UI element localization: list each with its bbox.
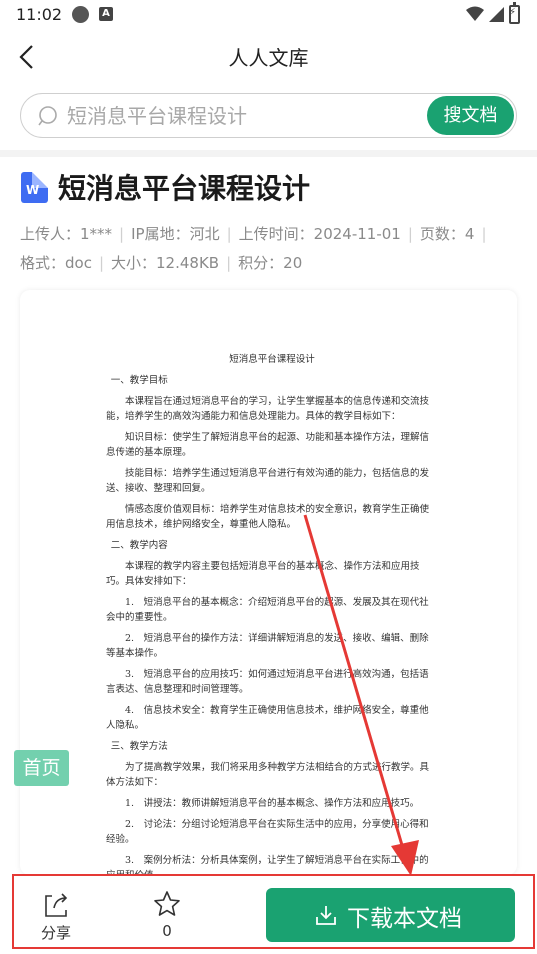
status-time: 11:02 xyxy=(16,5,63,24)
preview-paragraph: 4. 信息技术安全：教育学生正确使用信息技术，维护网络安全，尊重他人隐私。 xyxy=(106,705,429,731)
meta-uploader: 上传人：1*** xyxy=(20,225,113,243)
meta-upload-time: 上传时间：2024-11-01 xyxy=(238,225,401,243)
notification-dot-icon xyxy=(72,6,89,23)
preview-paragraph: 1. 讲授法：教师讲解短消息平台的基本概念、操作方法和应用技巧。 xyxy=(125,798,420,809)
preview-paragraph: 为了提高教学效果，我们将采用多种教学方法相结合的方式进行教学。具体方法如下： xyxy=(106,762,430,788)
meta-format: 格式：doc xyxy=(20,254,92,272)
preview-heading: 一、教学目标 xyxy=(110,375,168,386)
meta-size: 大小：12.48KB xyxy=(111,254,220,272)
search-bar: 搜文档 xyxy=(20,93,517,138)
preview-heading: 二、教学内容 xyxy=(110,540,168,551)
home-button[interactable]: 首页 xyxy=(14,750,69,786)
download-label: 下载本文档 xyxy=(347,906,462,932)
share-icon xyxy=(45,893,68,917)
status-bar: 11:02 A xyxy=(0,0,537,30)
preview-paragraph: 情感态度价值观目标：培养学生对信息技术的安全意识，教育学生正确使用信息技术，维护… xyxy=(106,504,430,530)
wifi-icon xyxy=(466,6,484,21)
preview-paragraph: 3. 案例分析法：分析具体案例，让学生了解短消息平台在实际工作中的应用和价值。 xyxy=(106,855,429,875)
document-meta-row1: 上传人：1*** | IP属地：河北 | 上传时间：2024-11-01 | 页数：4 | xyxy=(20,225,487,243)
share-button[interactable]: 分享 xyxy=(30,890,82,945)
preview-paragraph: 技能目标：培养学生通过短消息平台进行有效沟通的能力，包括信息的发送、接收、整理和… xyxy=(106,468,430,494)
star-icon xyxy=(154,891,180,916)
meta-ip-location: IP属地：河北 xyxy=(131,225,220,243)
preview-paragraph: 3. 短消息平台的应用技巧：如何通过短消息平台进行高效沟通，包括语言表达、信息整… xyxy=(106,669,429,695)
document-meta-row2: 格式：doc | 大小：12.48KB | 积分：20 xyxy=(20,254,303,272)
download-document-button[interactable]: 下载本文档 xyxy=(266,888,515,942)
preview-page-title: 短消息平台课程设计 xyxy=(229,354,315,365)
battery-icon xyxy=(509,2,520,24)
word-doc-icon: W xyxy=(21,172,48,203)
search-icon xyxy=(38,106,57,126)
section-divider xyxy=(0,150,537,157)
preview-page-content: 短消息平台课程设计 一、教学目标本课程旨在通过短消息平台的学习，让学生掌握基本的… xyxy=(106,352,438,875)
favorite-button[interactable]: 0 xyxy=(143,890,191,945)
preview-paragraph: 1. 短消息平台的基本概念：介绍短消息平台的起源、发展及其在现代社会中的重要性。 xyxy=(106,597,429,623)
search-input[interactable] xyxy=(67,102,407,130)
preview-heading: 三、教学方法 xyxy=(110,741,168,752)
document-preview[interactable]: 短消息平台课程设计 一、教学目标本课程旨在通过短消息平台的学习，让学生掌握基本的… xyxy=(20,290,517,875)
search-button[interactable]: 搜文档 xyxy=(427,96,514,135)
nav-bar: 人人文库 xyxy=(0,30,537,82)
page-title: 人人文库 xyxy=(228,46,309,70)
app-notification-icon: A xyxy=(99,7,113,21)
preview-paragraph: 本课程的教学内容主要包括短消息平台的基本概念、操作方法和应用技巧。具体安排如下： xyxy=(106,561,420,587)
signal-icon xyxy=(489,7,504,22)
preview-paragraph: 2. 讨论法：分组讨论短消息平台在实际生活中的应用，分享使用心得和经验。 xyxy=(106,819,429,845)
download-icon xyxy=(316,906,336,925)
preview-paragraph: 本课程旨在通过短消息平台的学习，让学生掌握基本的信息传递和交流技能，培养学生的高… xyxy=(106,396,430,422)
meta-points: 积分：20 xyxy=(238,254,303,272)
preview-paragraph: 知识目标：使学生了解短消息平台的起源、功能和基本操作方法，理解信息传递的基本原理… xyxy=(106,432,430,458)
favorite-count: 0 xyxy=(162,922,172,940)
meta-page-count: 页数：4 xyxy=(419,225,475,243)
preview-paragraph: 2. 短消息平台的操作方法：详细讲解短消息的发送、接收、编辑、删除等基本操作。 xyxy=(106,633,429,659)
document-title: 短消息平台课程设计 xyxy=(58,172,311,205)
share-label: 分享 xyxy=(40,924,71,942)
